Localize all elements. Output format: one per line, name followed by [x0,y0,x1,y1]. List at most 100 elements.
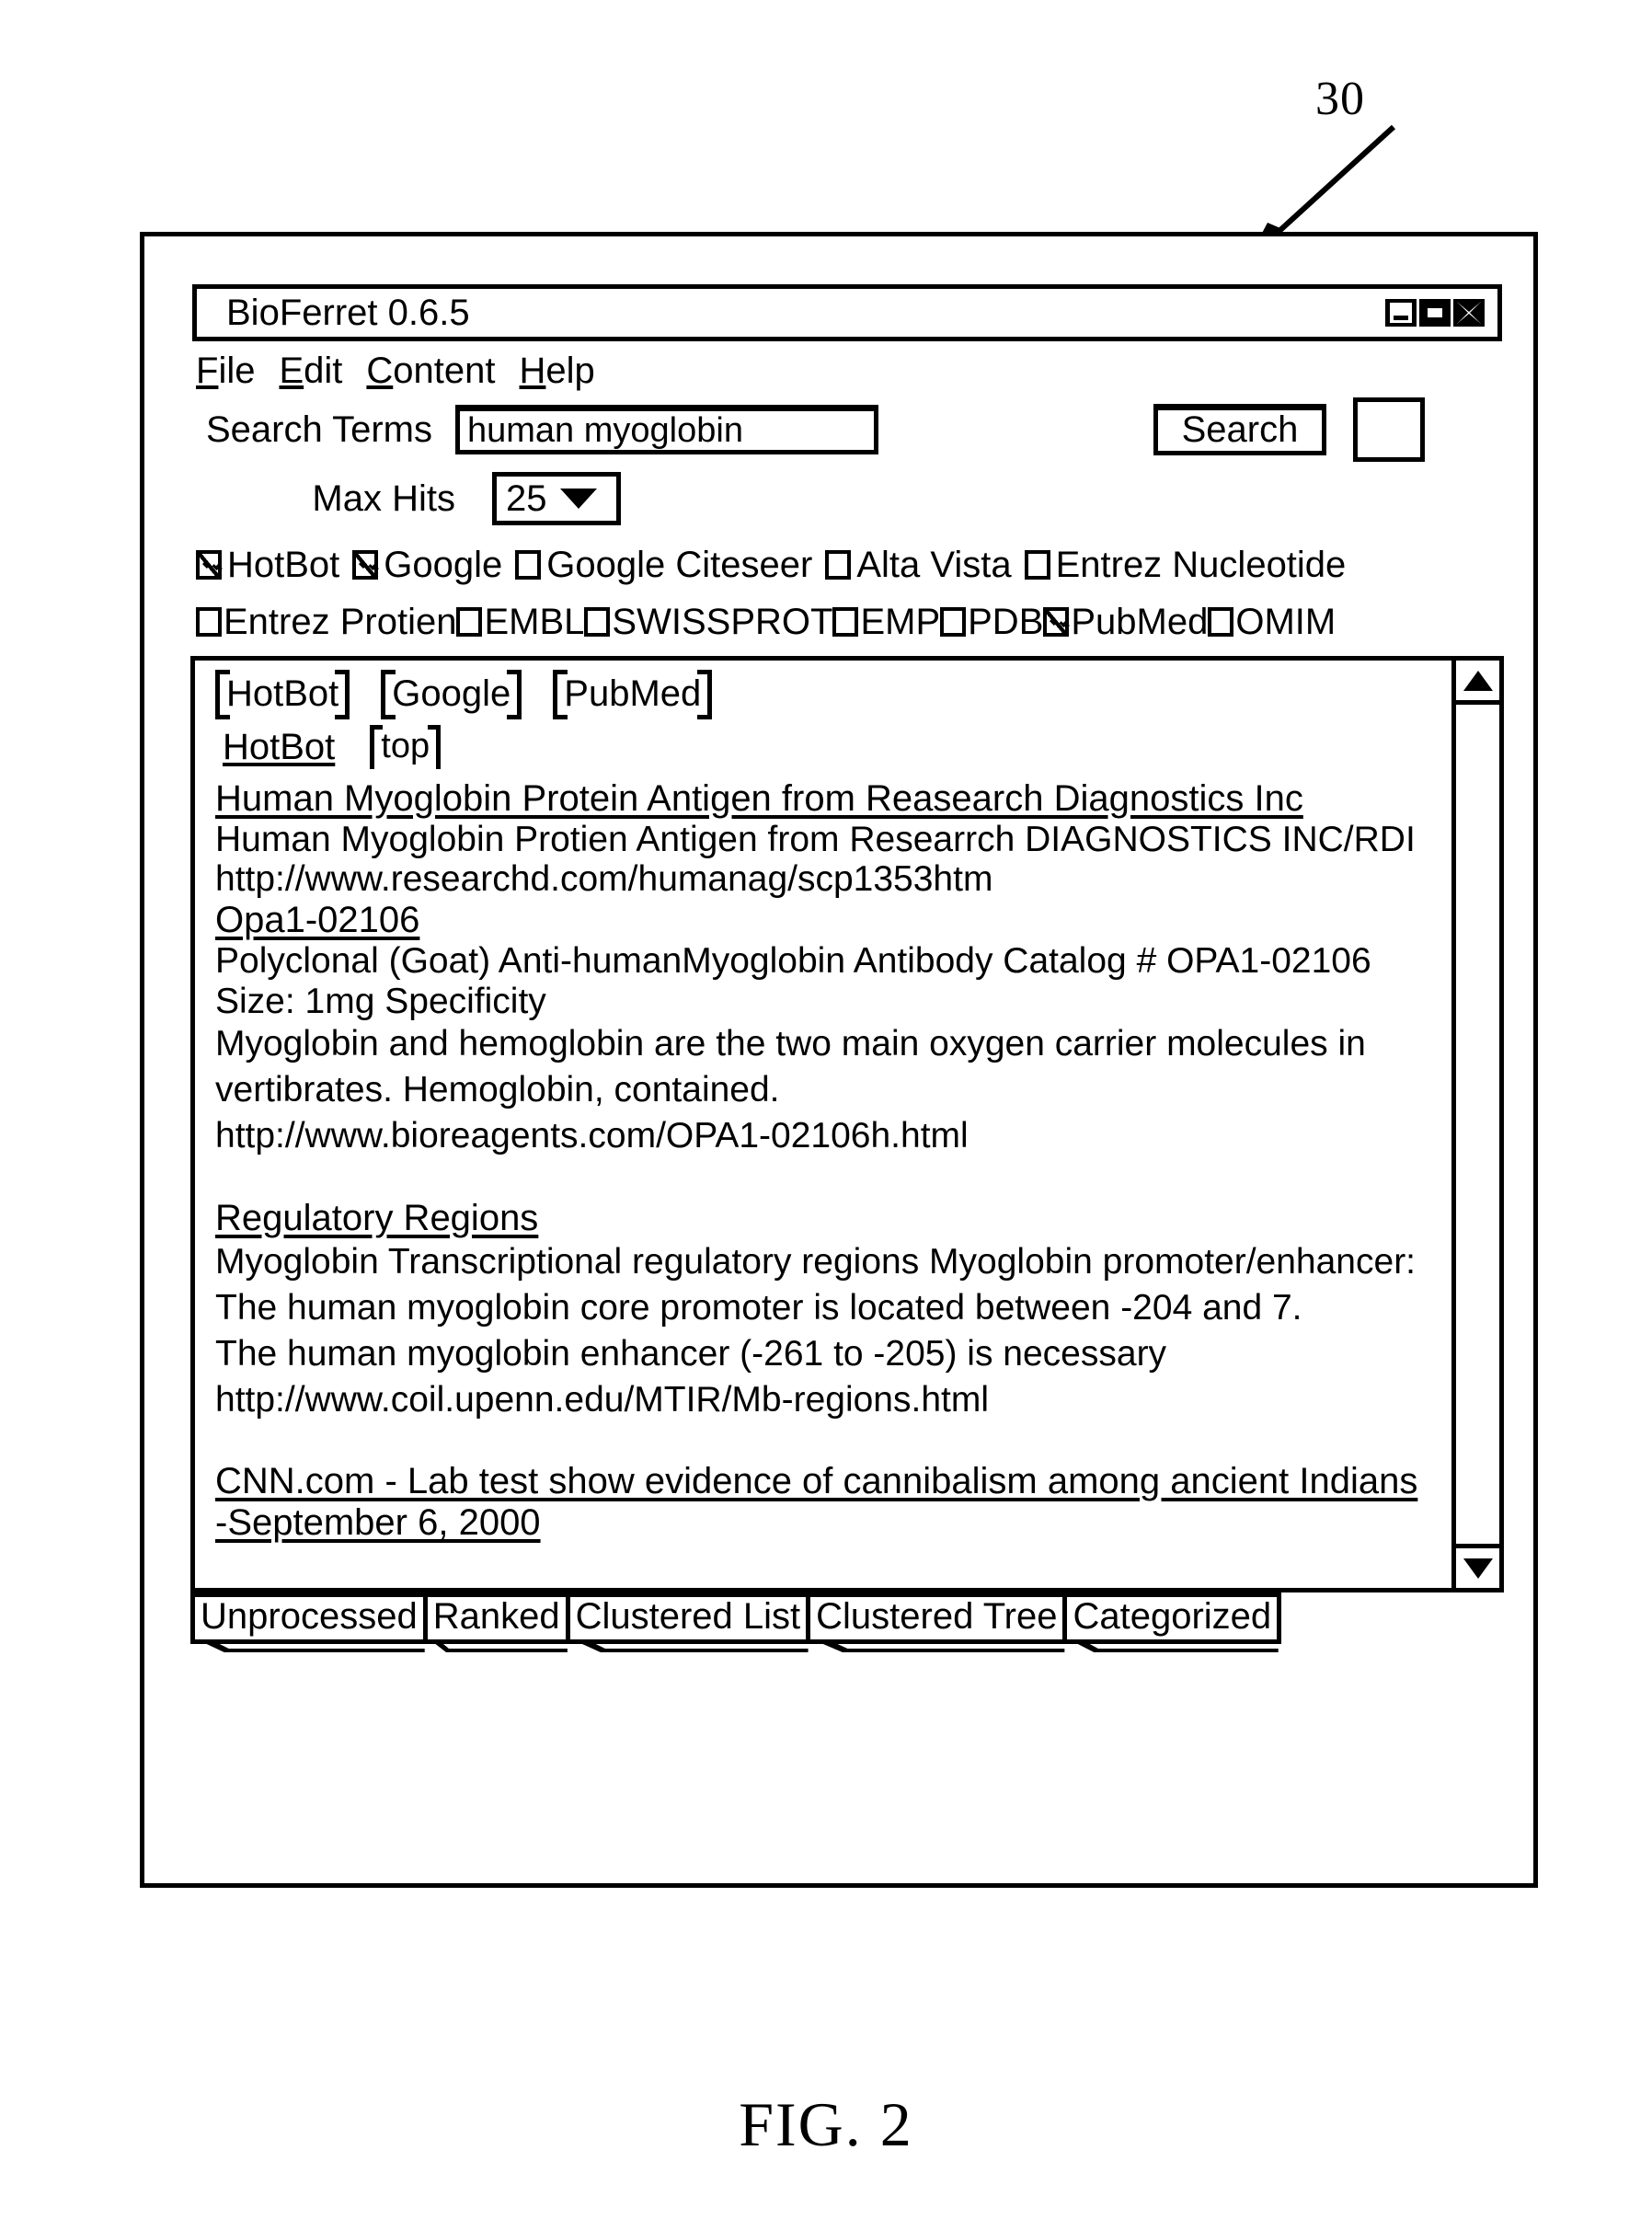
menu-item-file[interactable]: File [196,352,255,389]
tab-clustered-list[interactable]: Clustered List [565,1592,811,1652]
checkbox-pubmed[interactable]: PubMed [1043,604,1208,640]
scrollbar-track[interactable] [1456,705,1499,1544]
checkbox-entrez-protien[interactable]: Entrez Protien [196,604,456,640]
result-title-link-continued[interactable]: -September 6, 2000 [215,1502,1446,1544]
result-item: Human Myoglobin Protein Antigen from Rea… [215,778,1446,900]
tab-unprocessed[interactable]: Unprocessed [190,1592,428,1652]
tab-shadow [571,1639,809,1652]
checkbox-label: OMIM [1235,602,1337,642]
result-item: Opa1-02106 Polyclonal (Goat) Anti-humanM… [215,900,1446,1159]
result-item: CNN.com - Lab test show evidence of cann… [215,1461,1446,1544]
checkbox-label: Alta Vista [856,545,1012,585]
checkbox-box-icon[interactable] [832,607,859,637]
result-spacer [215,1422,1446,1461]
checkbox-box-icon[interactable] [940,607,967,637]
source-checkbox-row-2: Entrez Protien EMBL SWISSPROT EMP PDB Pu… [183,593,1511,650]
engine-button-pubmed[interactable]: PubMed [553,670,713,719]
checkbox-hotbot[interactable]: HotBot [196,546,339,583]
checkbox-google-citeseer[interactable]: Google Citeseer [515,546,812,583]
checkbox-swissprot[interactable]: SWISSPROT [584,604,832,640]
checkbox-box-icon[interactable] [196,607,222,637]
menu-mnemonic: C [366,351,394,391]
menu-item-help[interactable]: Help [520,352,595,389]
engine-jump-buttons: HotBot Google PubMed [215,670,1446,719]
tab-ranked[interactable]: Ranked [422,1592,570,1652]
checkbox-box-icon[interactable] [515,550,542,580]
close-icon[interactable] [1453,299,1485,327]
result-snippet: The human myoglobin enhancer (-261 to -2… [215,1333,1167,1374]
figure-reference-numeral: 30 [1315,73,1365,125]
result-snippet: Myoglobin and hemoglobin are the two mai… [215,1024,1366,1064]
result-snippet: vertibrates. Hemoglobin, contained. [215,1070,780,1110]
tab-label: Ranked [432,1596,560,1637]
menu-mnemonic: F [196,351,219,391]
result-title-link[interactable]: Human Myoglobin Protein Antigen from Rea… [215,778,1446,820]
menubar: File Edit Content Help [183,341,1511,389]
checkbox-box-checked-icon[interactable] [196,550,222,580]
checkbox-box-icon[interactable] [1024,550,1050,580]
checkbox-label: PubMed [1071,602,1209,642]
menu-item-content[interactable]: Content [366,352,495,389]
checkbox-label: Entrez Nucleotide [1055,545,1347,585]
source-checkbox-row-1: HotBot Google Google Citeseer Alta Vista… [183,536,1511,593]
result-title-link[interactable]: Opa1-02106 [215,900,1446,941]
search-input[interactable] [455,405,878,454]
engine-button-google[interactable]: Google [381,670,522,719]
checkbox-entrez-nucleotide[interactable]: Entrez Nucleotide [1024,545,1347,585]
result-item: Regulatory Regions Myoglobin Transcripti… [215,1198,1446,1422]
tab-clustered-tree[interactable]: Clustered Tree [806,1592,1068,1652]
checkbox-emp[interactable]: EMP [832,604,940,640]
max-hits-label: Max Hits [312,477,455,519]
tab-label: Categorized [1073,1596,1272,1637]
checkbox-embl[interactable]: EMBL [456,604,584,640]
max-hits-dropdown[interactable]: 25 [492,472,621,525]
result-snippet: The human myoglobin core promoter is loc… [215,1287,1302,1328]
menu-label-rest: ontent [393,351,496,391]
top-link[interactable]: top [370,725,441,769]
checkbox-label: Google [384,545,503,585]
checkbox-box-checked-icon[interactable] [352,550,379,580]
checkbox-box-icon[interactable] [456,607,483,637]
menu-label-rest: dit [304,351,343,391]
results-scrollbar[interactable] [1451,661,1499,1588]
checkbox-label: PDB [968,602,1044,642]
checkbox-box-checked-icon[interactable] [1043,607,1070,637]
maximize-icon[interactable] [1419,299,1451,327]
checkbox-omim[interactable]: OMIM [1208,604,1336,640]
checkbox-box-icon[interactable] [1208,607,1234,637]
menu-mnemonic: E [279,351,304,391]
checkbox-google[interactable]: Google [352,546,502,583]
result-title-link[interactable]: Regulatory Regions [215,1198,1446,1239]
arrow-down-icon [1463,1558,1493,1579]
result-url[interactable]: http://www.researchd.com/humanag/scp1353… [215,859,1446,900]
tab-label: Unprocessed [201,1596,418,1637]
arrow-up-icon [1463,670,1493,691]
search-terms-row: Search Terms Search [183,389,1511,462]
engine-button-hotbot[interactable]: HotBot [215,670,350,719]
search-button[interactable]: Search [1153,404,1326,455]
menu-item-edit[interactable]: Edit [279,352,342,389]
tab-label: Clustered Tree [816,1596,1058,1637]
scroll-up-button[interactable] [1456,661,1499,705]
current-engine-label: HotBot [223,727,336,767]
menu-label-rest: elp [545,351,595,391]
max-hits-value: 25 [506,478,547,519]
result-title-link[interactable]: CNN.com - Lab test show evidence of cann… [215,1461,1446,1502]
minimize-icon[interactable] [1385,299,1417,327]
tab-label: Clustered List [575,1596,801,1637]
tab-shadow [197,1639,425,1652]
result-url[interactable]: http://www.coil.upenn.edu/MTIR/Mb-region… [215,1377,1446,1423]
checkbox-alta-vista[interactable]: Alta Vista [825,545,1012,585]
tab-categorized[interactable]: Categorized [1062,1592,1282,1652]
scroll-down-button[interactable] [1456,1544,1499,1588]
window-titlebar: BioFerret 0.6.5 [192,284,1502,341]
checkbox-box-icon[interactable] [584,607,611,637]
result-spacer [215,1159,1446,1198]
figure-caption: FIG. 2 [739,2089,913,2159]
max-hits-row: Max Hits 25 [183,461,1511,536]
checkbox-box-icon[interactable] [825,550,852,580]
checkbox-pdb[interactable]: PDB [940,604,1043,640]
checkbox-label: EMP [860,602,941,642]
window-title: BioFerret 0.6.5 [226,293,470,333]
result-url[interactable]: http://www.bioreagents.com/OPA1-02106h.h… [215,1113,1446,1159]
